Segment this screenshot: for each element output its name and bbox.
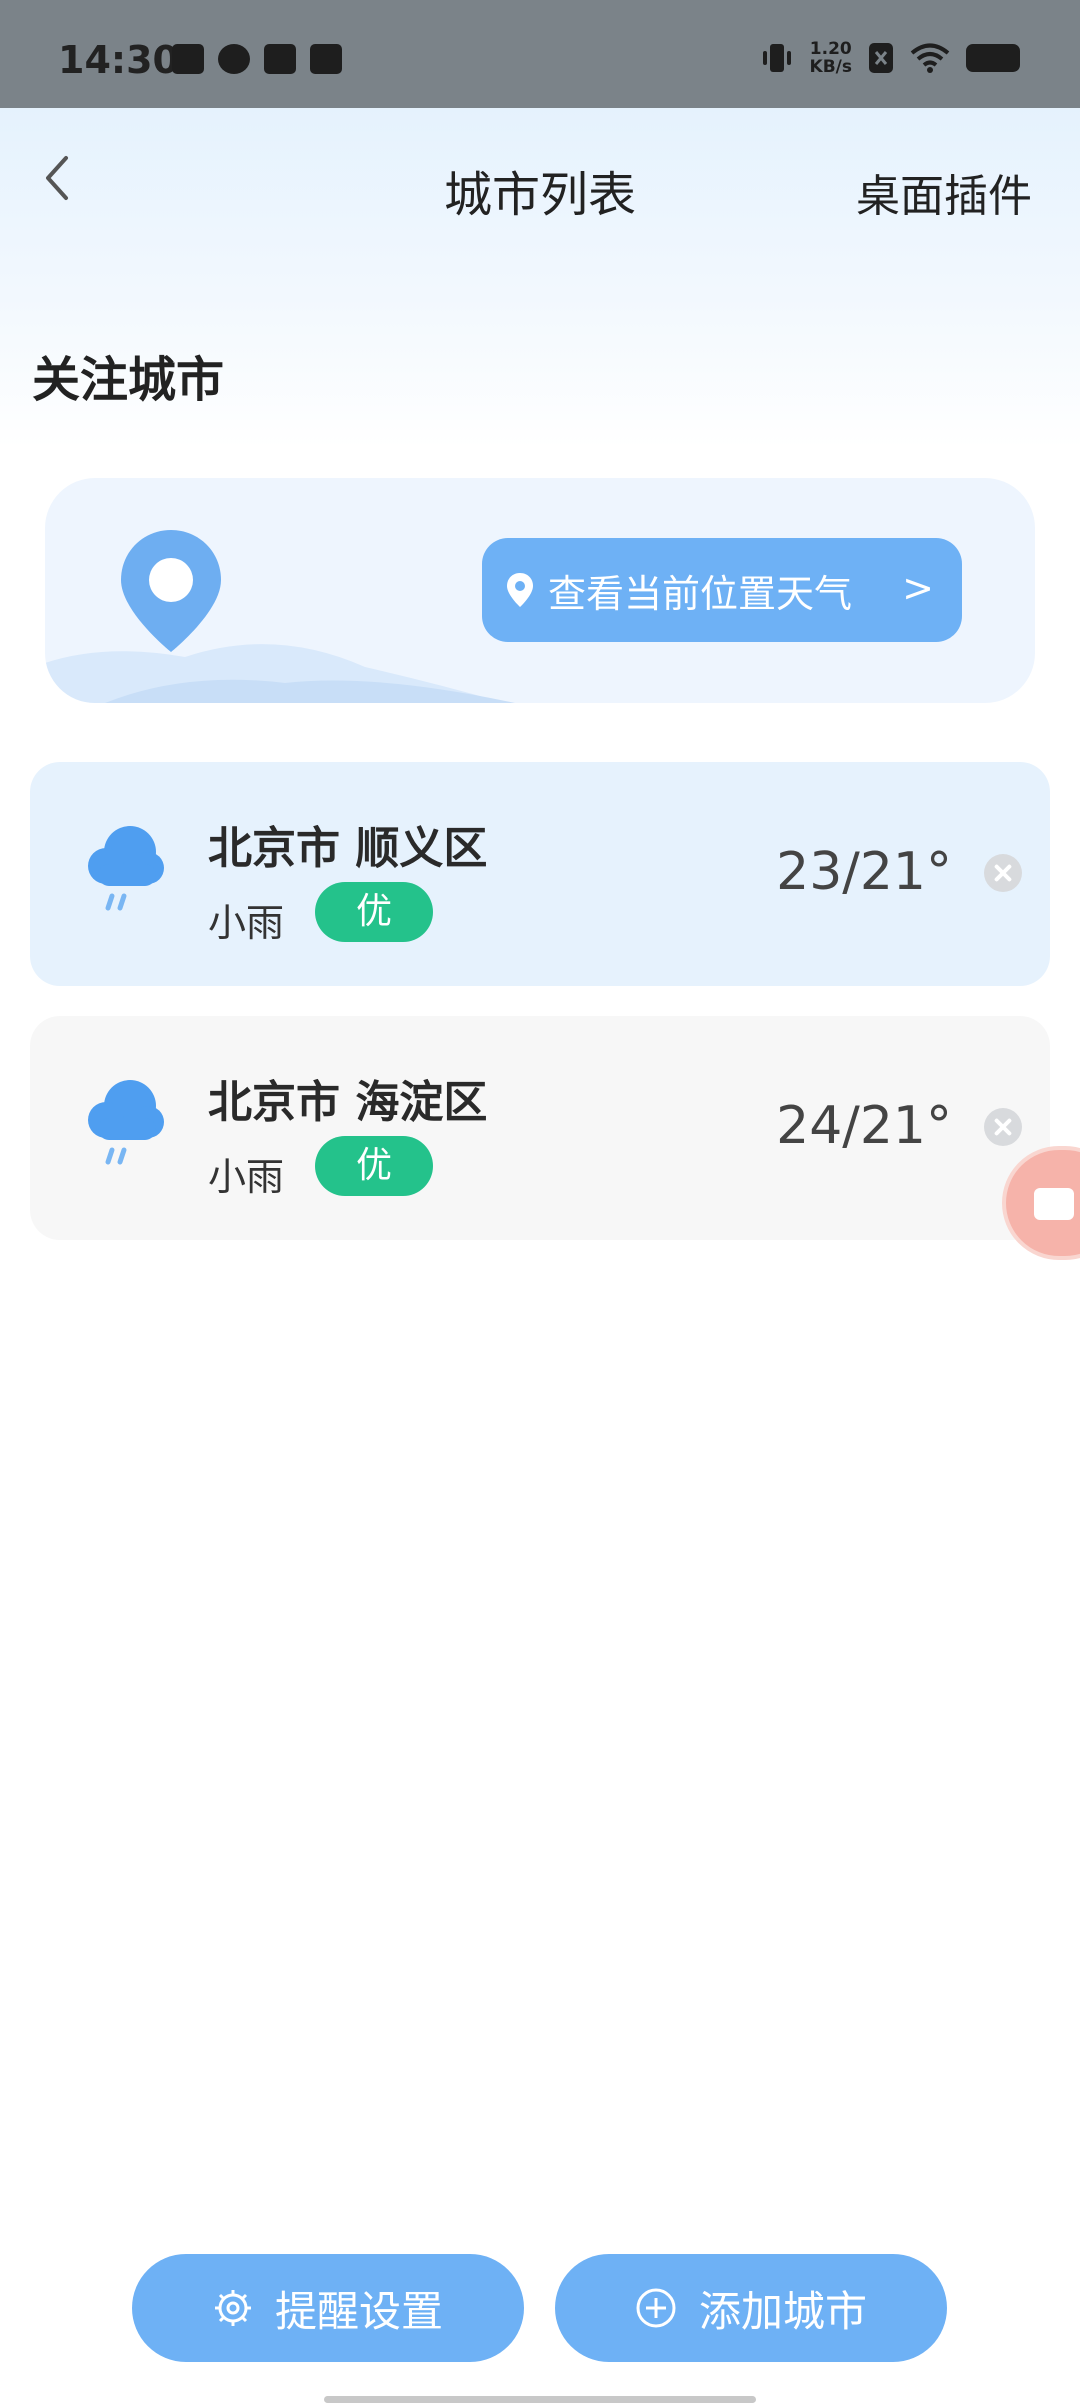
net-speed-value: 1.20: [809, 39, 852, 59]
location-pin-icon: [121, 530, 221, 652]
remove-city-button[interactable]: [984, 1108, 1022, 1146]
record-icon: [1034, 1188, 1074, 1220]
net-speed-unit: KB/s: [809, 57, 852, 77]
message-icon: [264, 44, 296, 74]
add-circle-icon: [636, 2288, 676, 2328]
add-city-button[interactable]: 添加城市: [555, 2254, 947, 2362]
temperature-range: 24/21°: [776, 1096, 952, 1156]
location-button-label: 查看当前位置天气: [548, 571, 853, 616]
home-indicator[interactable]: [324, 2396, 756, 2403]
city-card[interactable]: 北京市 顺义区 小雨 优 23/21°: [30, 762, 1050, 986]
status-time: 14:30: [58, 38, 179, 82]
reminder-settings-label: 提醒设置: [274, 2286, 443, 2336]
bag-icon: [310, 44, 342, 74]
add-city-label: 添加城市: [698, 2286, 867, 2336]
weather-description: 小雨: [208, 1155, 285, 1199]
wifi-icon: [910, 43, 950, 73]
status-bar: 14:30 1.20 KB/s: [0, 0, 1080, 108]
app-icon: [218, 44, 250, 74]
remove-city-button[interactable]: [984, 854, 1022, 892]
video-icon: [172, 44, 204, 74]
net-speed: 1.20 KB/s: [810, 40, 852, 76]
gear-icon: [214, 2290, 251, 2326]
battery-icon: [966, 44, 1020, 72]
vibrate-icon: [762, 44, 791, 72]
weather-description: 小雨: [208, 901, 285, 945]
city-name: 北京市 海淀区: [208, 1077, 488, 1128]
aqi-badge: 优: [315, 882, 433, 942]
reminder-settings-button[interactable]: 提醒设置: [132, 2254, 524, 2362]
chevron-right-icon: >: [902, 566, 934, 610]
sim-off-icon: [869, 43, 893, 73]
section-title: 关注城市: [32, 352, 225, 408]
location-pin-small-icon: [507, 573, 533, 607]
temperature-range: 23/21°: [776, 842, 952, 902]
rain-cloud-icon: [88, 1080, 164, 1165]
hills-decoration: [45, 644, 515, 703]
desktop-widget-link[interactable]: 桌面插件: [856, 160, 1032, 224]
view-current-location-weather-button[interactable]: 查看当前位置天气 >: [482, 538, 962, 642]
current-location-card: 查看当前位置天气 >: [45, 478, 1035, 703]
status-right-icons: 1.20 KB/s: [760, 40, 1020, 76]
aqi-badge: 优: [315, 1136, 433, 1196]
rain-cloud-icon: [88, 826, 164, 911]
status-left-icons: [172, 44, 342, 74]
city-card[interactable]: 北京市 海淀区 小雨 优 24/21°: [30, 1016, 1050, 1240]
city-name: 北京市 顺义区: [208, 823, 488, 874]
